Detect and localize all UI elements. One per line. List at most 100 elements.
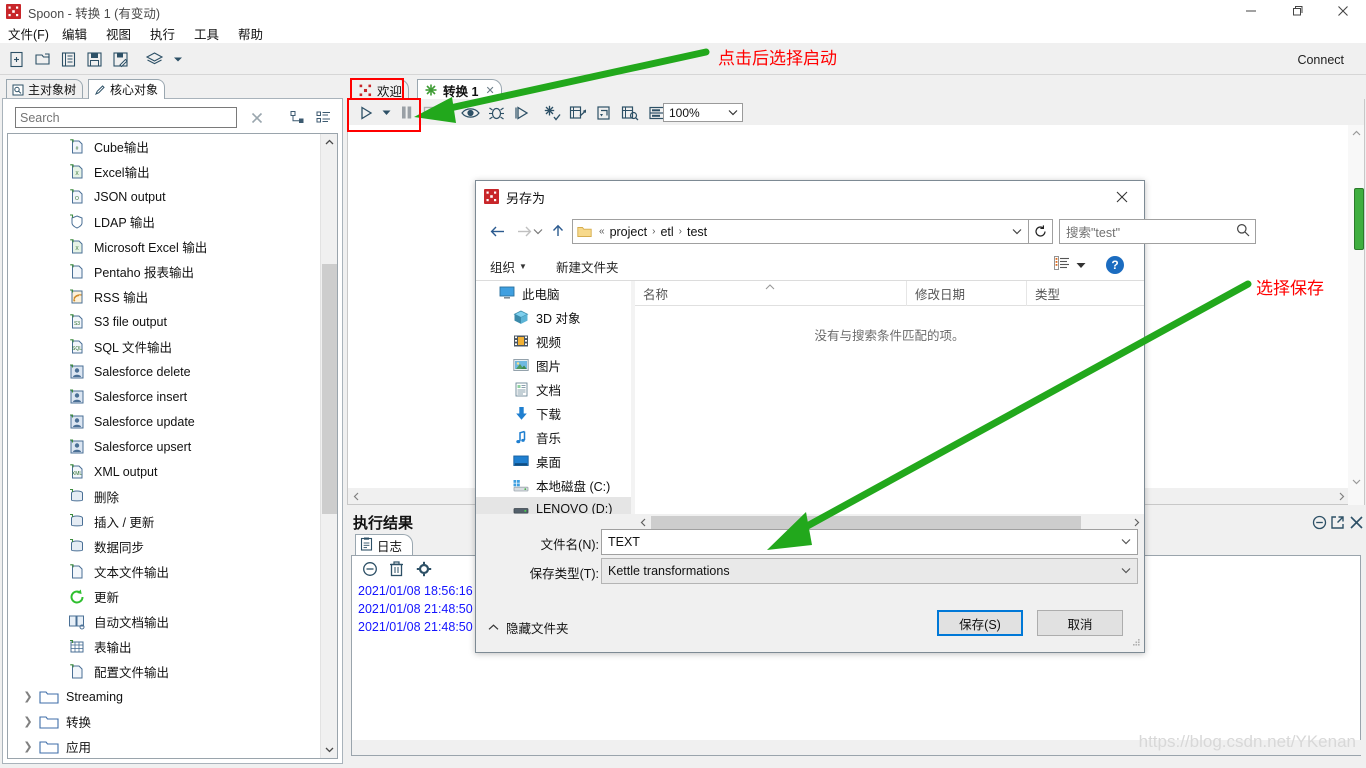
tree-step-item[interactable]: X Microsoft Excel 输出 — [8, 234, 320, 259]
scroll-down-icon[interactable] — [1348, 473, 1364, 489]
generate-sql-icon[interactable] — [594, 103, 614, 122]
clear-search-icon[interactable] — [247, 108, 267, 127]
tree-step-item[interactable]: SQL SQL 文件输出 — [8, 334, 320, 359]
maximize-results-icon[interactable] — [1328, 513, 1346, 531]
tree-folder-item[interactable]: ❯ Streaming — [8, 684, 320, 709]
scroll-up-icon[interactable] — [321, 134, 337, 151]
tree-step-item[interactable]: 表输出 — [8, 634, 320, 659]
search-input[interactable] — [15, 107, 237, 128]
tree-step-item[interactable]: Salesforce update — [8, 409, 320, 434]
menu-file[interactable]: 文件(F) — [6, 24, 51, 42]
scroll-left-icon[interactable] — [348, 488, 364, 504]
connect-button[interactable]: Connect — [1297, 53, 1344, 67]
inspect-data-icon[interactable] — [620, 103, 640, 122]
close-results-icon[interactable] — [1347, 513, 1365, 531]
preview-icon[interactable] — [460, 103, 480, 122]
tree-step-item[interactable]: 配置文件输出 — [8, 659, 320, 684]
zoom-level-select[interactable]: 100% — [663, 103, 743, 122]
canvas-vertical-scrollbar[interactable] — [1348, 125, 1364, 505]
place-item[interactable]: 此电脑 — [476, 281, 631, 305]
help-button[interactable]: ? — [1106, 256, 1124, 274]
back-button[interactable] — [486, 220, 510, 242]
column-header-date-modified[interactable]: 修改日期 — [907, 281, 1027, 306]
canvas-green-scrollbar-thumb[interactable] — [1354, 188, 1364, 250]
recent-locations-button[interactable] — [530, 220, 546, 242]
trash-icon[interactable] — [386, 559, 406, 578]
view-layout-button[interactable] — [1054, 256, 1086, 273]
stop-icon[interactable] — [420, 103, 438, 122]
file-list-scrollbar-thumb[interactable] — [651, 516, 1081, 529]
tree-step-item[interactable]: O JSON output — [8, 184, 320, 209]
explore-repository-icon[interactable] — [58, 49, 78, 69]
tree-step-item[interactable]: 删除 — [8, 484, 320, 509]
chevron-right-icon[interactable]: ❯ — [22, 715, 34, 728]
breadcrumb-dropdown-icon[interactable] — [1012, 227, 1022, 237]
tree-step-item[interactable]: Salesforce insert — [8, 384, 320, 409]
place-item[interactable]: LENOVO (D:) — [476, 497, 631, 514]
tree-step-item[interactable]: Salesforce delete — [8, 359, 320, 384]
menu-view[interactable]: 视图 — [104, 24, 133, 42]
tab-transformation-1[interactable]: 转换 1 ✕ — [417, 79, 502, 100]
run-options-dropdown-icon[interactable] — [380, 103, 392, 122]
tree-step-item[interactable]: 文本文件输出 — [8, 559, 320, 584]
tree-step-item[interactable]: Salesforce upsert — [8, 434, 320, 459]
tree-step-item[interactable]: # Cube输出 — [8, 134, 320, 159]
place-item[interactable]: 3D 对象 — [476, 305, 631, 329]
tree-step-item[interactable]: S3 S3 file output — [8, 309, 320, 334]
menu-edit[interactable]: 编辑 — [60, 24, 89, 42]
analyze-impact-icon[interactable] — [568, 103, 588, 122]
chevron-down-icon[interactable] — [1121, 566, 1131, 576]
breadcrumb-item-etl[interactable]: etl — [658, 225, 675, 239]
minimize-button[interactable] — [1228, 0, 1274, 22]
place-item[interactable]: 图片 — [476, 353, 631, 377]
tab-main-object-tree[interactable]: 主对象树 — [6, 79, 84, 99]
collapse-tree-icon[interactable] — [313, 108, 333, 127]
layers-icon[interactable] — [144, 49, 164, 69]
chevron-right-icon[interactable]: ❯ — [22, 690, 34, 703]
gear-icon[interactable] — [414, 559, 434, 578]
close-tab-icon[interactable]: ✕ — [485, 84, 494, 97]
up-button[interactable] — [546, 220, 570, 242]
tab-log[interactable]: 日志 — [355, 534, 414, 555]
verify-icon[interactable] — [542, 103, 562, 122]
place-item[interactable]: 下载 — [476, 401, 631, 425]
file-name-input[interactable]: TEXT — [601, 529, 1138, 555]
new-folder-button[interactable]: 新建文件夹 — [556, 257, 619, 276]
menu-tools[interactable]: 工具 — [192, 24, 221, 42]
close-button[interactable] — [1320, 0, 1366, 22]
pause-icon[interactable] — [398, 103, 414, 122]
tree-vertical-scrollbar[interactable] — [320, 134, 337, 758]
place-item[interactable]: 桌面 — [476, 449, 631, 473]
column-header-type[interactable]: 类型 — [1027, 281, 1144, 306]
hide-folders-toggle[interactable]: 隐藏文件夹 — [488, 618, 569, 637]
tree-step-item[interactable]: RSS 输出 — [8, 284, 320, 309]
tab-welcome[interactable]: 欢迎 — [351, 79, 410, 100]
tree-step-item[interactable]: XML XML output — [8, 459, 320, 484]
tree-step-item[interactable]: 更新 — [8, 584, 320, 609]
dialog-close-button[interactable] — [1100, 181, 1144, 212]
run-icon[interactable] — [356, 103, 376, 122]
scroll-up-icon[interactable] — [1348, 125, 1364, 141]
save-button[interactable]: 保存(S) — [937, 610, 1023, 636]
tree-step-item[interactable]: 自动文档输出 — [8, 609, 320, 634]
breadcrumb-item-project[interactable]: project — [608, 225, 650, 239]
place-item[interactable]: 文档 — [476, 377, 631, 401]
tree-step-item[interactable]: 插入 / 更新 — [8, 509, 320, 534]
expand-tree-icon[interactable] — [287, 108, 307, 127]
file-type-select[interactable]: Kettle transformations — [601, 558, 1138, 584]
cancel-button[interactable]: 取消 — [1037, 610, 1123, 636]
navigation-pane[interactable]: 此电脑 3D 对象 视频 图片 文档 下载 音乐 桌面 本地磁盘 (C:) LENOVO (D:) — [476, 281, 631, 514]
collapse-results-icon[interactable] — [1310, 513, 1328, 531]
tree-step-item[interactable]: LDAP 输出 — [8, 209, 320, 234]
resize-grip[interactable] — [1131, 637, 1141, 649]
dialog-search-box[interactable]: 搜索"test" — [1059, 219, 1256, 244]
tree-folder-item[interactable]: ❯ 应用 — [8, 734, 320, 758]
new-file-icon[interactable] — [6, 49, 26, 69]
core-objects-tree[interactable]: # Cube输出 X Excel输出 O JSON output LDAP 输出 X Micro… — [7, 133, 338, 759]
column-header-name[interactable]: 名称 — [635, 281, 907, 306]
place-item[interactable]: 音乐 — [476, 425, 631, 449]
place-item[interactable]: 本地磁盘 (C:) — [476, 473, 631, 497]
open-file-icon[interactable] — [32, 49, 52, 69]
tree-step-item[interactable]: Pentaho 报表输出 — [8, 259, 320, 284]
tree-step-item[interactable]: 数据同步 — [8, 534, 320, 559]
